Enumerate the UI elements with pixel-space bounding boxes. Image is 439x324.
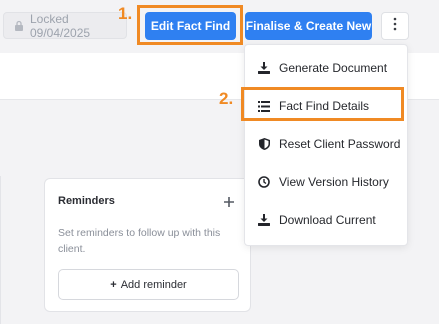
reminders-empty-text: Set reminders to follow up with this cli… [58,227,221,255]
menu-item-download-current[interactable]: Download Current [245,201,409,239]
menu-item-label: Reset Client Password [279,137,401,151]
download-icon [257,61,271,75]
kebab-menu-icon [393,17,397,36]
menu-item-label: View Version History [279,175,389,189]
reminders-card: Reminders Set reminders to follow up wit… [44,178,251,312]
plus-icon: + [110,278,117,291]
left-divider [0,176,1,324]
options-dropdown-menu: Generate Document Fact Find Details Rese… [244,44,408,246]
reminders-title: Reminders [58,195,115,207]
menu-item-reset-client-password[interactable]: Reset Client Password [245,125,409,163]
history-clock-icon [257,175,271,189]
add-reminder-plus-icon[interactable] [224,194,234,207]
step2-highlight-box [241,87,404,121]
download-icon [257,213,271,227]
locked-status-badge: Locked 09/04/2025 [3,11,127,40]
step2-label: 2. [219,89,234,108]
menu-item-label: Download Current [279,213,376,227]
menu-item-generate-document[interactable]: Generate Document [245,49,409,87]
add-reminder-button[interactable]: + Add reminder [58,269,239,300]
step1-highlight-box [137,5,243,45]
locked-label: Locked 09/04/2025 [30,11,91,40]
add-reminder-label: Add reminder [120,278,187,291]
finalise-create-new-button[interactable]: Finalise & Create New [245,12,372,40]
shield-icon [257,137,271,151]
menu-item-view-version-history[interactable]: View Version History [245,163,409,201]
more-options-button[interactable] [381,12,409,40]
step1-label: 1. [118,4,133,23]
lock-icon [14,20,24,32]
menu-item-label: Generate Document [279,61,388,75]
